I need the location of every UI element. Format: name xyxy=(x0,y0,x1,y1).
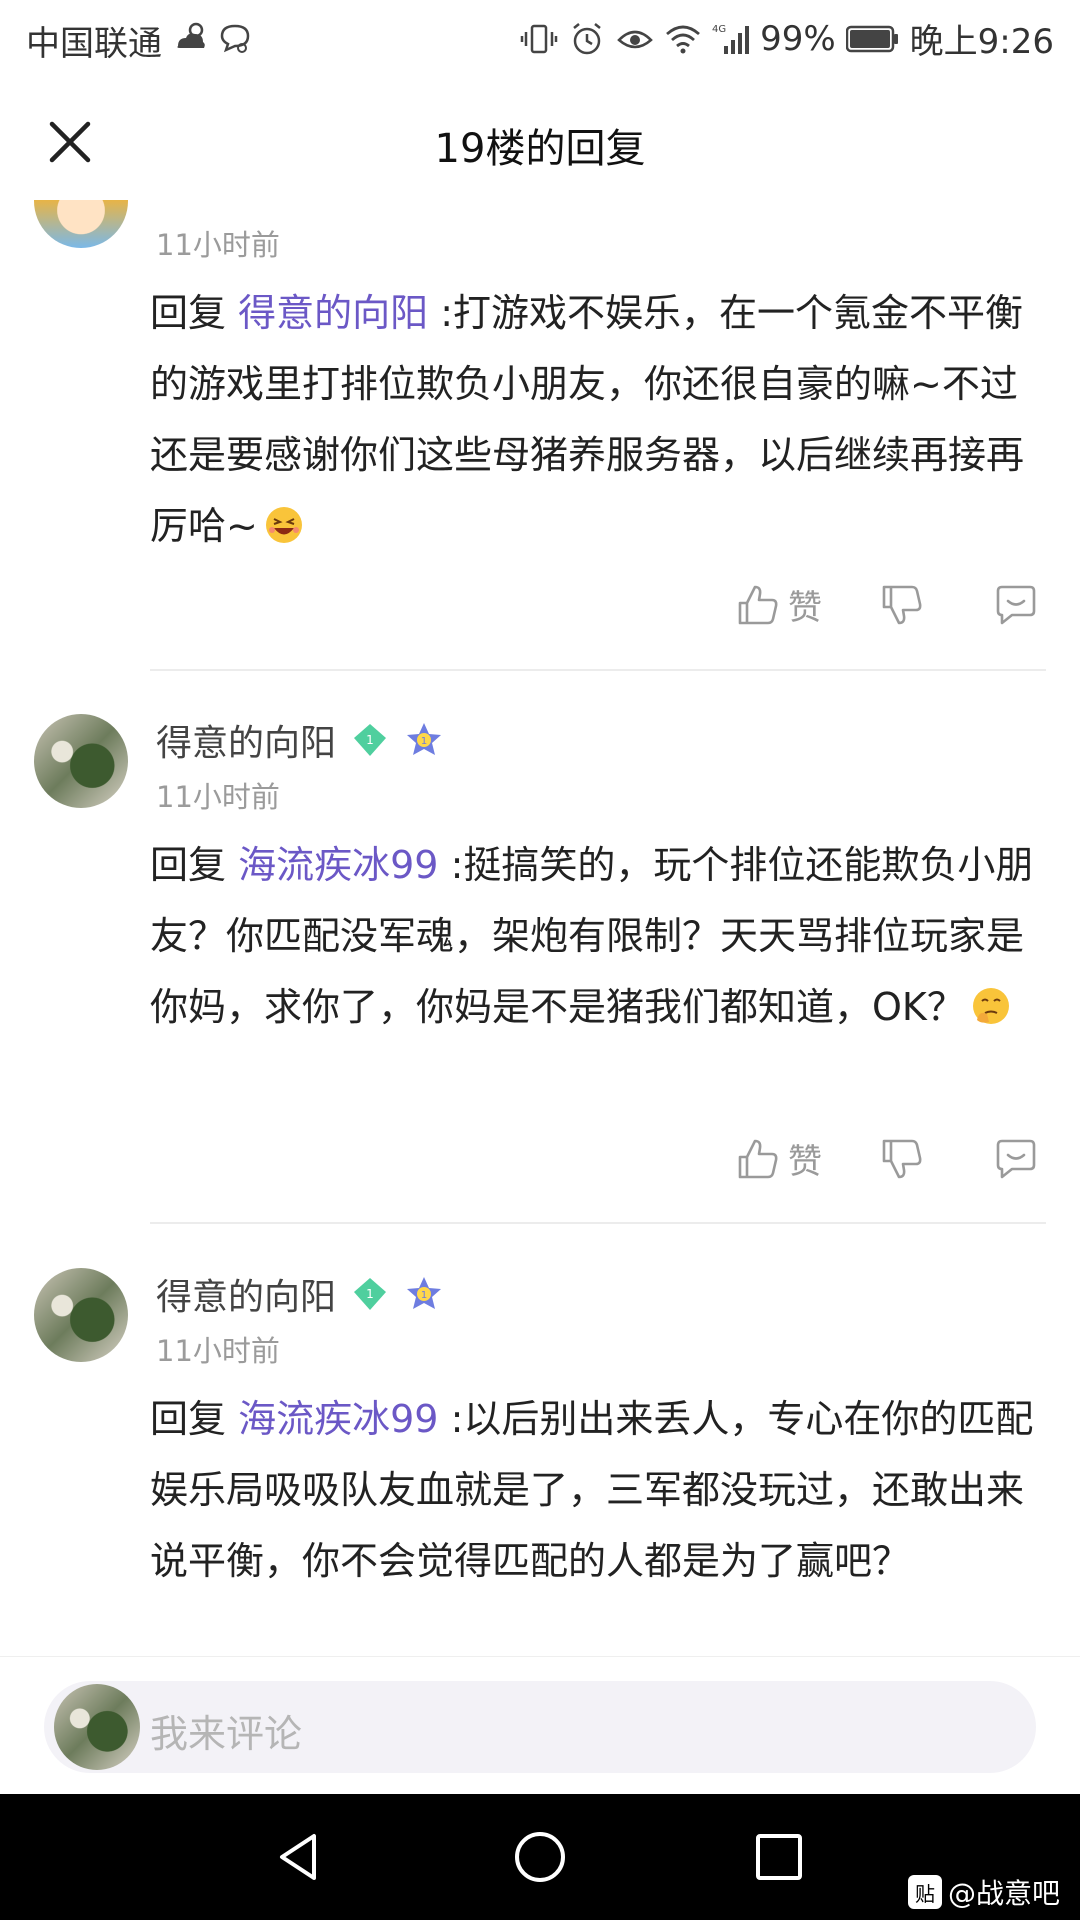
user-row: 得意的向阳 1 1 xyxy=(156,1268,444,1320)
svg-text:4G: 4G xyxy=(712,24,726,35)
reply-target-link[interactable]: 海流疾冰99 xyxy=(238,1397,438,1441)
comment-time: 11小时前 xyxy=(156,1334,280,1368)
divider xyxy=(150,669,1046,671)
watermark-text: @战意吧 xyxy=(947,1877,1060,1910)
comment-body: 回复 海流疾冰99 :挺搞笑的，玩个排位还能欺负小朋友？你匹配没军魂，架炮有限制… xyxy=(150,830,1040,1043)
comment-actions: 赞 xyxy=(734,1134,1040,1183)
recents-square-icon[interactable] xyxy=(746,1824,812,1890)
status-bar: 中国联通 4G 99% 晚上9:26 xyxy=(0,0,1080,76)
header: 19楼的回复 xyxy=(0,76,1080,200)
wifi-icon xyxy=(666,25,700,53)
page-title: 19楼的回复 xyxy=(434,126,646,172)
reply-prefix: 回复 xyxy=(150,1397,227,1441)
reply-feed[interactable]: 11小时前 回复 得意的向阳 :打游戏不娱乐，在一个氪金不平衡的游戏里打排位欺负… xyxy=(0,200,1080,1656)
member-star-icon: 1 xyxy=(407,723,442,755)
level-gem-icon: 1 xyxy=(354,1278,387,1310)
comment-time: 11小时前 xyxy=(156,228,280,262)
comment-bar: 我来评论 xyxy=(0,1656,1080,1794)
status-right: 4G 99% 晚上9:26 xyxy=(520,14,1054,63)
username[interactable]: 得意的向阳 xyxy=(156,1268,336,1320)
avatar xyxy=(54,1684,140,1770)
svg-text:1: 1 xyxy=(421,736,427,747)
comment-input[interactable]: 我来评论 xyxy=(44,1681,1036,1773)
like-label: 赞 xyxy=(788,588,822,628)
user-row: 得意的向阳 1 1 xyxy=(156,714,444,766)
watermark: 贴 @战意吧 xyxy=(907,1872,1060,1912)
thumbs-down-icon[interactable] xyxy=(878,581,926,629)
thumbs-up-icon xyxy=(738,1139,778,1178)
vibrate-icon xyxy=(520,24,558,53)
reply-target-link[interactable]: 海流疾冰99 xyxy=(238,843,438,887)
comment-placeholder: 我来评论 xyxy=(150,1712,303,1756)
reply-prefix: 回复 xyxy=(150,843,227,887)
battery-icon xyxy=(845,25,898,52)
svg-text:1: 1 xyxy=(366,1287,374,1301)
like-button[interactable]: 赞 xyxy=(734,1134,822,1183)
carrier-name: 中国联通 xyxy=(26,24,162,64)
level-gem-icon: 1 xyxy=(354,724,387,756)
svg-text:1: 1 xyxy=(421,1290,427,1301)
signal-4g-icon: 4G xyxy=(712,24,750,54)
reply-comment-icon[interactable] xyxy=(992,1135,1040,1183)
thumbs-up-icon xyxy=(738,585,778,624)
alarm-icon xyxy=(573,22,601,54)
clock-time: 晚上9:26 xyxy=(909,22,1054,62)
like-button[interactable]: 赞 xyxy=(734,580,822,629)
comment-actions: 赞 xyxy=(734,580,1040,629)
divider xyxy=(150,1222,1046,1224)
svg-text:1: 1 xyxy=(366,733,374,747)
reply-prefix: 回复 xyxy=(150,291,227,335)
reply-comment-icon[interactable] xyxy=(992,581,1040,629)
tieba-logo: 贴 xyxy=(907,1875,942,1909)
home-circle-icon[interactable] xyxy=(507,1824,573,1890)
thumbs-down-icon[interactable] xyxy=(878,1135,926,1183)
comment-body: 回复 得意的向阳 :打游戏不娱乐，在一个氪金不平衡的游戏里打排位欺负小朋友，你还… xyxy=(150,278,1040,562)
battery-percent: 99% xyxy=(760,18,836,59)
avatar[interactable] xyxy=(34,200,128,248)
username[interactable]: 得意的向阳 xyxy=(156,714,336,766)
chat-bubble-icon xyxy=(220,24,250,53)
weather-cloud-icon xyxy=(177,22,205,48)
carrier-icons xyxy=(172,18,254,56)
member-star-icon: 1 xyxy=(407,1277,442,1309)
avatar[interactable] xyxy=(34,1268,128,1362)
comment-body: 回复 海流疾冰99 :以后别出来丢人，专心在你的匹配娱乐局吸吸队友血就是了，三军… xyxy=(150,1384,1040,1597)
laughing-emoji-icon xyxy=(265,507,302,543)
reply-target-link[interactable]: 得意的向阳 xyxy=(238,291,428,335)
eye-comfort-icon xyxy=(617,30,653,48)
comment-time: 11小时前 xyxy=(156,780,280,814)
avatar[interactable] xyxy=(34,714,128,808)
like-label: 赞 xyxy=(788,1142,822,1182)
thinking-emoji-icon xyxy=(972,988,1009,1024)
back-triangle-icon[interactable] xyxy=(268,1824,334,1890)
system-nav-bar: 贴 @战意吧 xyxy=(0,1794,1080,1920)
